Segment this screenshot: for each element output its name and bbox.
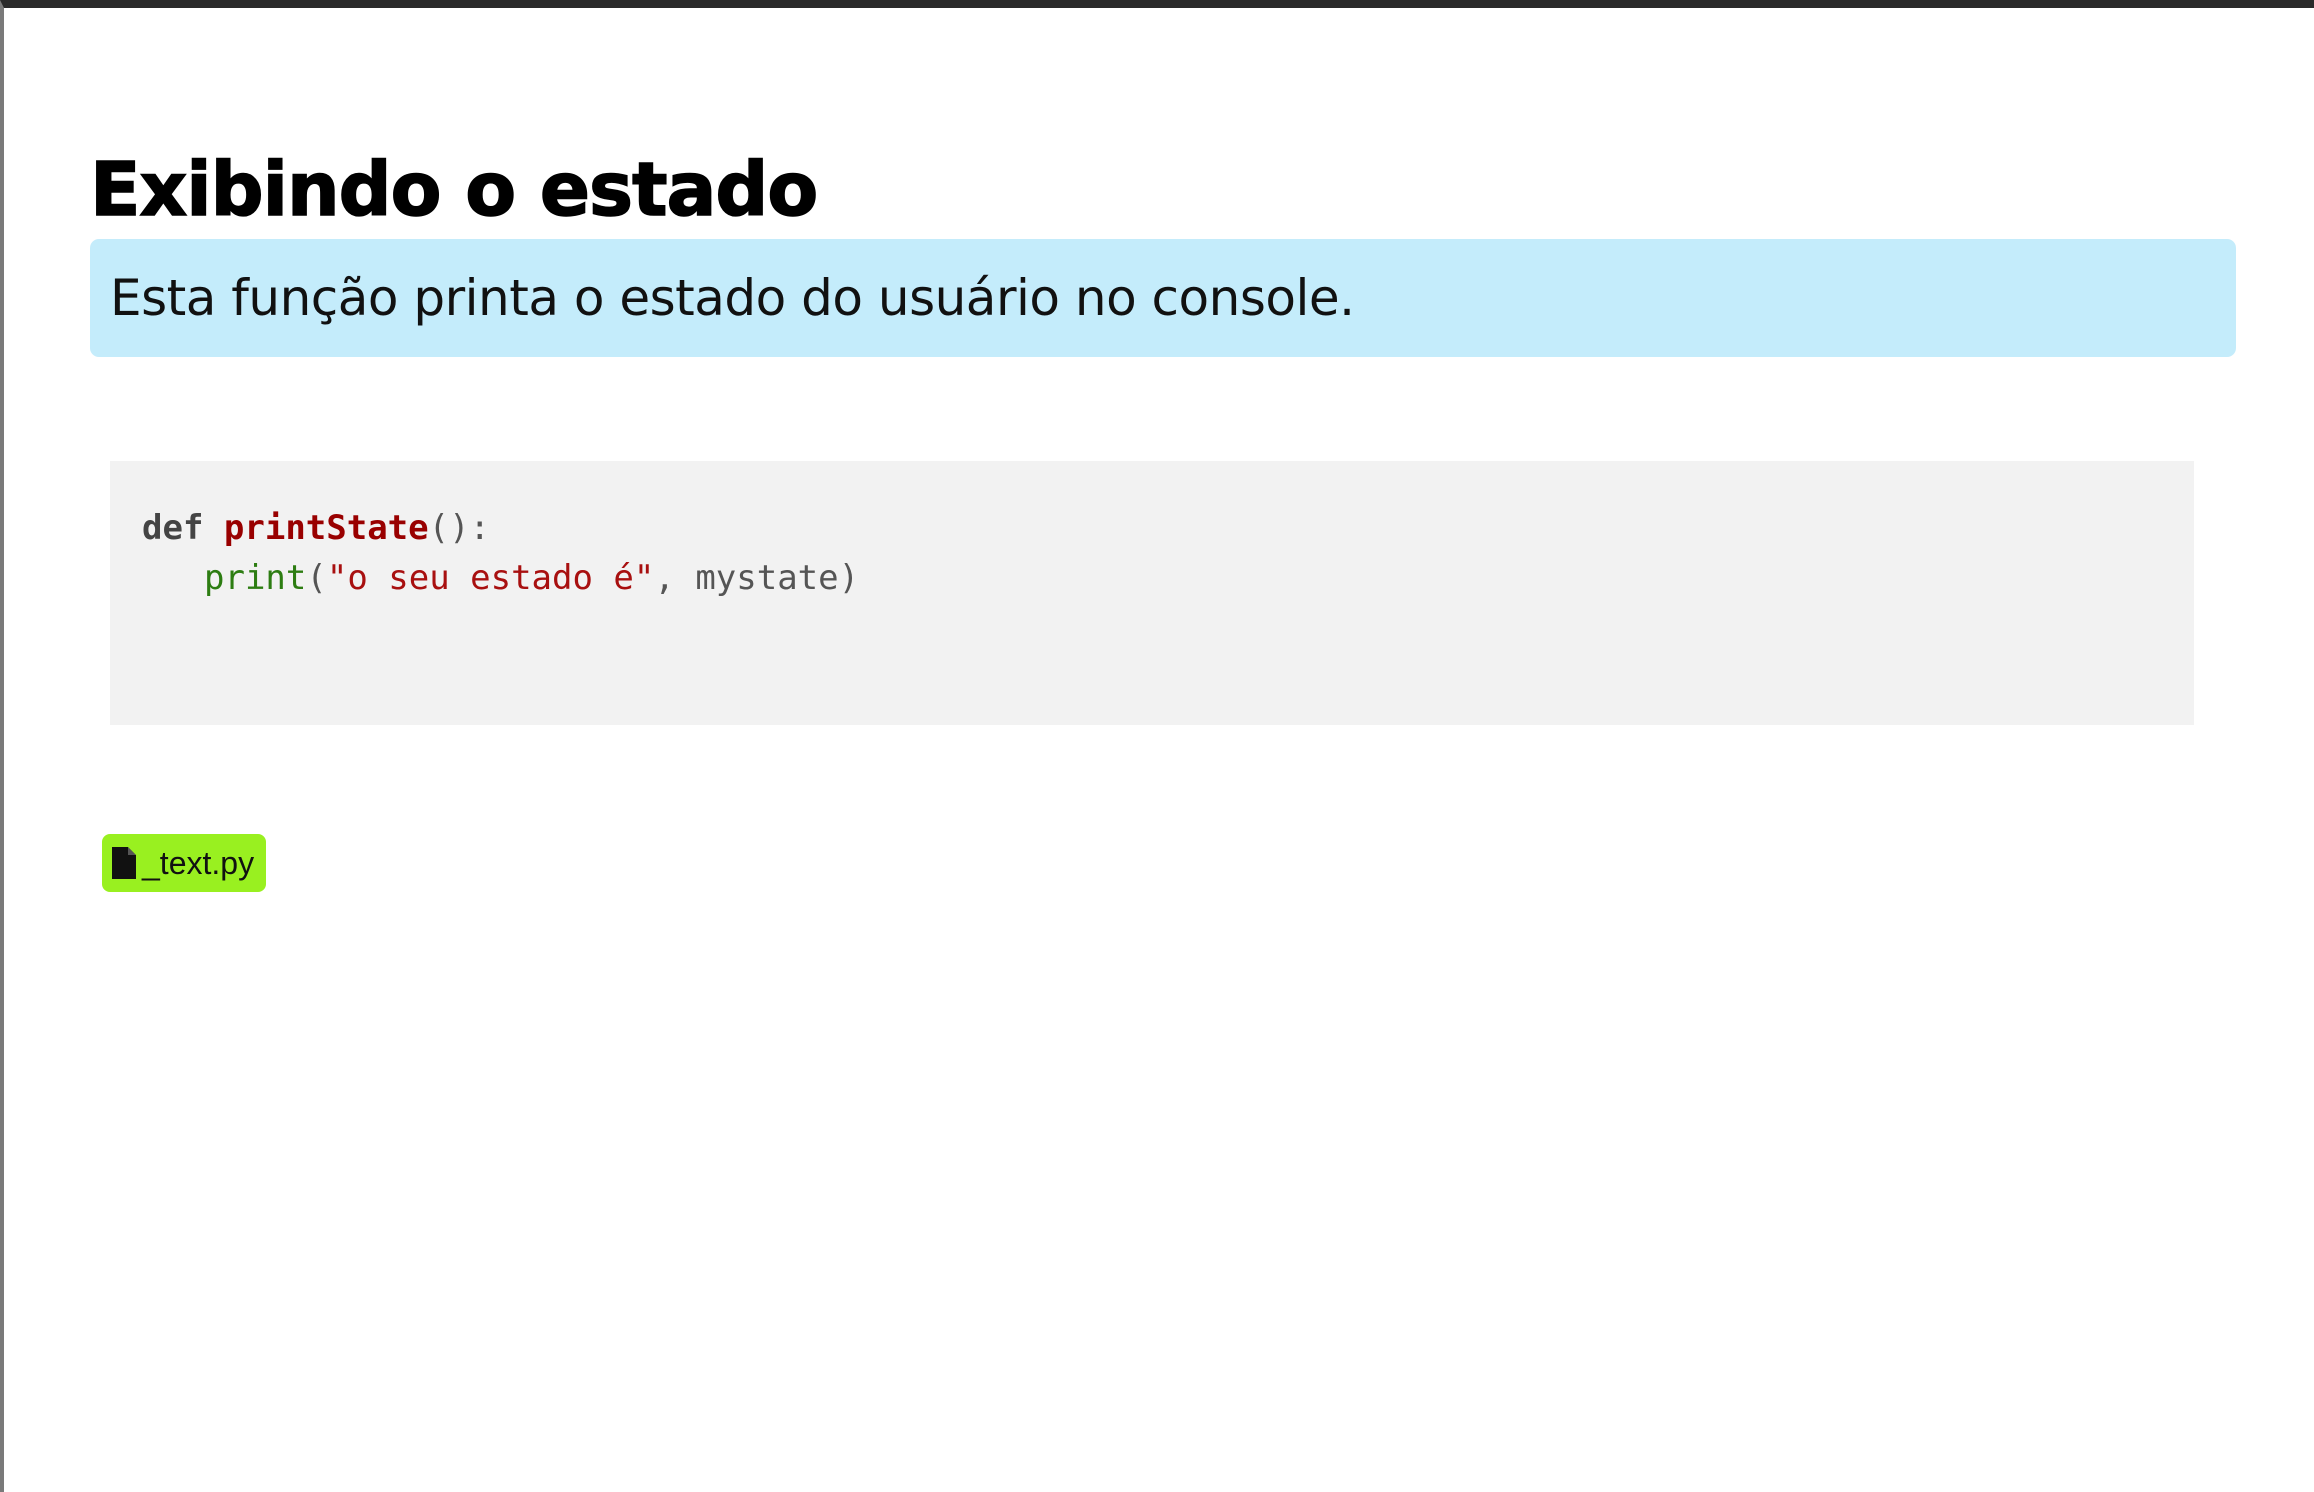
code-builtin-print: print [204,558,307,598]
page-title: Exibindo o estado [89,146,819,234]
code-punctuation: (): [428,508,491,548]
code-block: def printState(): print("o seu estado é"… [110,461,2194,725]
code-close-paren: ) [838,558,860,598]
code-separator: , [654,558,696,598]
code-line-2: print("o seu estado é", mystate) [142,553,2194,603]
info-callout: Esta função printa o estado do usuário n… [90,239,2236,357]
document-frame: Exibindo o estado Esta função printa o e… [0,0,2314,1492]
info-text: Esta função printa o estado do usuário n… [110,269,1355,327]
file-attachment-label: _text.py [142,844,255,881]
code-string-literal: "o seu estado é" [326,558,655,598]
code-line-1: def printState(): [142,503,2194,553]
file-icon [110,846,138,880]
code-argument: mystate [695,558,839,598]
code-open-paren: ( [306,558,327,598]
code-keyword-def: def [142,508,204,548]
file-attachment-badge[interactable]: _text.py [102,834,267,892]
code-function-name: printState [223,508,429,548]
